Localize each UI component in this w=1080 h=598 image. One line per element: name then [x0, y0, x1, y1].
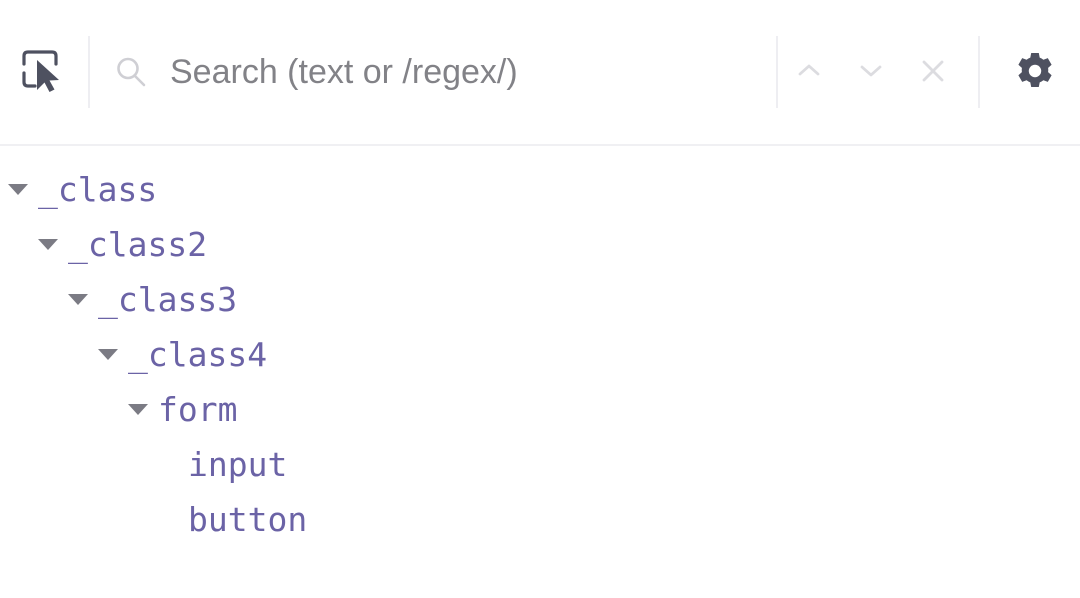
disclosure-triangle-icon[interactable]: [68, 272, 98, 327]
search-icon: [114, 55, 148, 89]
search-nav-buttons: [776, 0, 1080, 144]
disclosure-triangle-icon[interactable]: [128, 382, 158, 437]
caret-down-icon: [98, 349, 118, 360]
chevron-down-icon: [854, 54, 888, 91]
tree-node-label[interactable]: form: [158, 382, 237, 437]
tree-row[interactable]: _class: [0, 162, 1080, 217]
tree-row[interactable]: form: [0, 382, 1080, 437]
disclosure-triangle-icon[interactable]: [8, 162, 38, 217]
search-next-button[interactable]: [840, 41, 902, 103]
search-area: [90, 0, 776, 144]
tree-row[interactable]: _class4: [0, 327, 1080, 382]
tree-row[interactable]: _class3: [0, 272, 1080, 327]
inspect-element-button[interactable]: [14, 43, 66, 101]
caret-down-icon: [8, 184, 28, 195]
search-prev-button[interactable]: [778, 41, 840, 103]
tree-node-label[interactable]: input: [188, 437, 287, 492]
dom-tree: _class_class2_class3_class4forminputbutt…: [0, 146, 1080, 547]
caret-down-icon: [38, 239, 58, 250]
tree-row[interactable]: button: [0, 492, 1080, 547]
cursor-select-icon: [18, 47, 62, 98]
search-input[interactable]: [170, 52, 776, 92]
caret-down-icon: [68, 294, 88, 305]
caret-down-icon: [128, 404, 148, 415]
disclosure-triangle-icon[interactable]: [98, 327, 128, 382]
tree-node-spacer: [158, 437, 188, 492]
tree-row[interactable]: input: [0, 437, 1080, 492]
tree-node-label[interactable]: _class: [38, 162, 157, 217]
tree-node-spacer: [158, 492, 188, 547]
tree-node-label[interactable]: button: [188, 492, 307, 547]
search-clear-button[interactable]: [902, 41, 964, 103]
tree-node-label[interactable]: _class3: [98, 272, 237, 327]
chevron-up-icon: [792, 54, 826, 91]
gear-icon: [1013, 49, 1057, 96]
close-icon: [915, 53, 951, 92]
disclosure-triangle-icon[interactable]: [38, 217, 68, 272]
tree-node-label[interactable]: _class2: [68, 217, 207, 272]
tree-node-label[interactable]: _class4: [128, 327, 267, 382]
toolbar: [0, 0, 1080, 146]
tree-row[interactable]: _class2: [0, 217, 1080, 272]
settings-button[interactable]: [1002, 39, 1068, 105]
toolbar-divider-right: [978, 36, 980, 108]
